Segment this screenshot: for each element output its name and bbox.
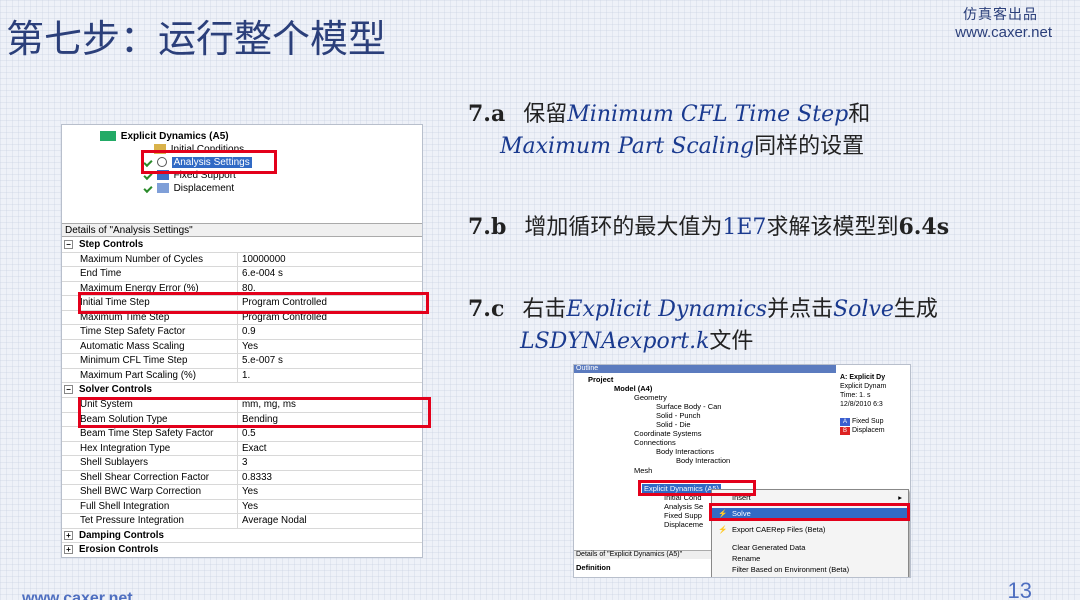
- highlight-solve: [709, 503, 910, 521]
- highlight-analysis-settings: [141, 150, 277, 174]
- table-row[interactable]: Tet Pressure Integration Average Nodal: [62, 514, 422, 529]
- table-row[interactable]: Beam Time Step Safety Factor 0.5: [62, 427, 422, 442]
- tree-item-body-interactions[interactable]: Body Interactions: [656, 447, 714, 456]
- collapse-icon[interactable]: −: [64, 239, 73, 249]
- menu-item-filter[interactable]: Filter Based on Environment (Beta): [712, 564, 908, 576]
- checkmark-icon: [143, 183, 153, 193]
- footer-url[interactable]: www.caxer.net: [22, 590, 133, 600]
- tree-item-geometry[interactable]: Geometry: [634, 393, 667, 402]
- solve-context-menu-screenshot: Outline Project Model (A4) Geometry Surf…: [573, 364, 911, 578]
- tree-item-fixed-supp[interactable]: Fixed Supp: [664, 511, 702, 520]
- step-7b: 7.b 增加循环的最大值为1E7求解该模型到6.4s: [468, 214, 950, 240]
- tree-item-explicit-dynamics[interactable]: Explicit Dynamics (A5): [100, 131, 229, 142]
- highlight-initial-time-step: [78, 292, 429, 314]
- displacement-icon: [156, 183, 169, 194]
- menu-item-export-caerep[interactable]: ⚡ Export CAERep Files (Beta): [712, 524, 908, 536]
- lightning-icon: ⚡: [718, 525, 728, 534]
- step-7c: 7.c 右击Explicit Dynamics并点击Solve生成 LSDYNAe…: [468, 296, 938, 354]
- details-bar: Details of "Explicit Dynamics (A5)": [574, 550, 711, 559]
- legend-badge-b: B: [840, 427, 850, 435]
- table-row[interactable]: Shell Shear Correction Factor 0.8333: [62, 470, 422, 486]
- tree-item-surface-body[interactable]: Surface Body - Can: [656, 402, 721, 411]
- tree-item-solid-die[interactable]: Solid - Die: [656, 420, 691, 429]
- table-row[interactable]: Shell BWC Warp Correction Yes: [62, 485, 422, 500]
- group-damping-controls[interactable]: + Damping Controls: [62, 528, 422, 544]
- table-row[interactable]: Maximum Part Scaling (%) 1.: [62, 368, 422, 384]
- brand-url: www.caxer.net: [955, 24, 1052, 41]
- outline-bar: Outline: [574, 365, 836, 373]
- tree-item-mesh[interactable]: Mesh: [634, 466, 652, 475]
- explicit-dynamics-icon: [100, 131, 116, 142]
- group-step-controls[interactable]: − Step Controls: [62, 238, 422, 253]
- tree-item-analysis-se[interactable]: Analysis Se: [664, 502, 703, 511]
- analysis-info-panel: A: Explicit Dy Explicit Dynam Time: 1. s…: [840, 373, 910, 453]
- expand-icon[interactable]: +: [64, 545, 73, 555]
- group-erosion-controls[interactable]: + Erosion Controls: [62, 543, 422, 557]
- definition-group[interactable]: Definition: [574, 563, 711, 572]
- tree-item-body-interaction[interactable]: Body Interaction: [676, 456, 730, 465]
- brand-cn: 仿真客出品: [963, 7, 1038, 23]
- table-row[interactable]: Automatic Mass Scaling Yes: [62, 339, 422, 355]
- tree-item-coordinate-systems[interactable]: Coordinate Systems: [634, 429, 702, 438]
- table-row[interactable]: Shell Sublayers 3: [62, 456, 422, 471]
- group-solver-controls[interactable]: − Solver Controls: [62, 383, 422, 399]
- tree-item-connections[interactable]: Connections: [634, 438, 676, 447]
- tree-item-model[interactable]: Model (A4): [614, 384, 652, 393]
- tree-item-displacement[interactable]: Displacement: [143, 183, 234, 194]
- table-row[interactable]: Minimum CFL Time Step 5.e-007 s: [62, 354, 422, 369]
- table-row[interactable]: Full Shell Integration Yes: [62, 499, 422, 515]
- details-header: Details of "Analysis Settings": [62, 223, 422, 237]
- slide-title: 第七步：运行整个模型: [6, 17, 387, 61]
- collapse-icon[interactable]: −: [64, 385, 73, 395]
- highlight-solver-controls: [78, 397, 431, 428]
- tree-item-project[interactable]: Project: [588, 375, 613, 384]
- table-row[interactable]: Maximum Number of Cycles 10000000: [62, 252, 422, 268]
- tree-item-solid-punch[interactable]: Solid - Punch: [656, 411, 701, 420]
- legend-badge-a: A: [840, 418, 850, 426]
- tree-item-displaceme[interactable]: Displaceme: [664, 520, 703, 529]
- legend-item: B Displacem: [840, 426, 910, 435]
- table-row[interactable]: Time Step Safety Factor 0.9: [62, 325, 422, 340]
- legend-item: A Fixed Sup: [840, 417, 910, 426]
- analysis-settings-screenshot: Explicit Dynamics (A5) Initial Condition…: [61, 124, 423, 558]
- table-row[interactable]: End Time 6.e-004 s: [62, 267, 422, 282]
- highlight-explicit-dynamics: [638, 480, 756, 496]
- expand-icon[interactable]: +: [64, 530, 73, 540]
- step-7a: 7.a 保留Minimum CFL Time Step和 Maximum Part…: [468, 101, 871, 159]
- page-number: 13: [1007, 578, 1032, 600]
- table-row[interactable]: Hex Integration Type Exact: [62, 441, 422, 457]
